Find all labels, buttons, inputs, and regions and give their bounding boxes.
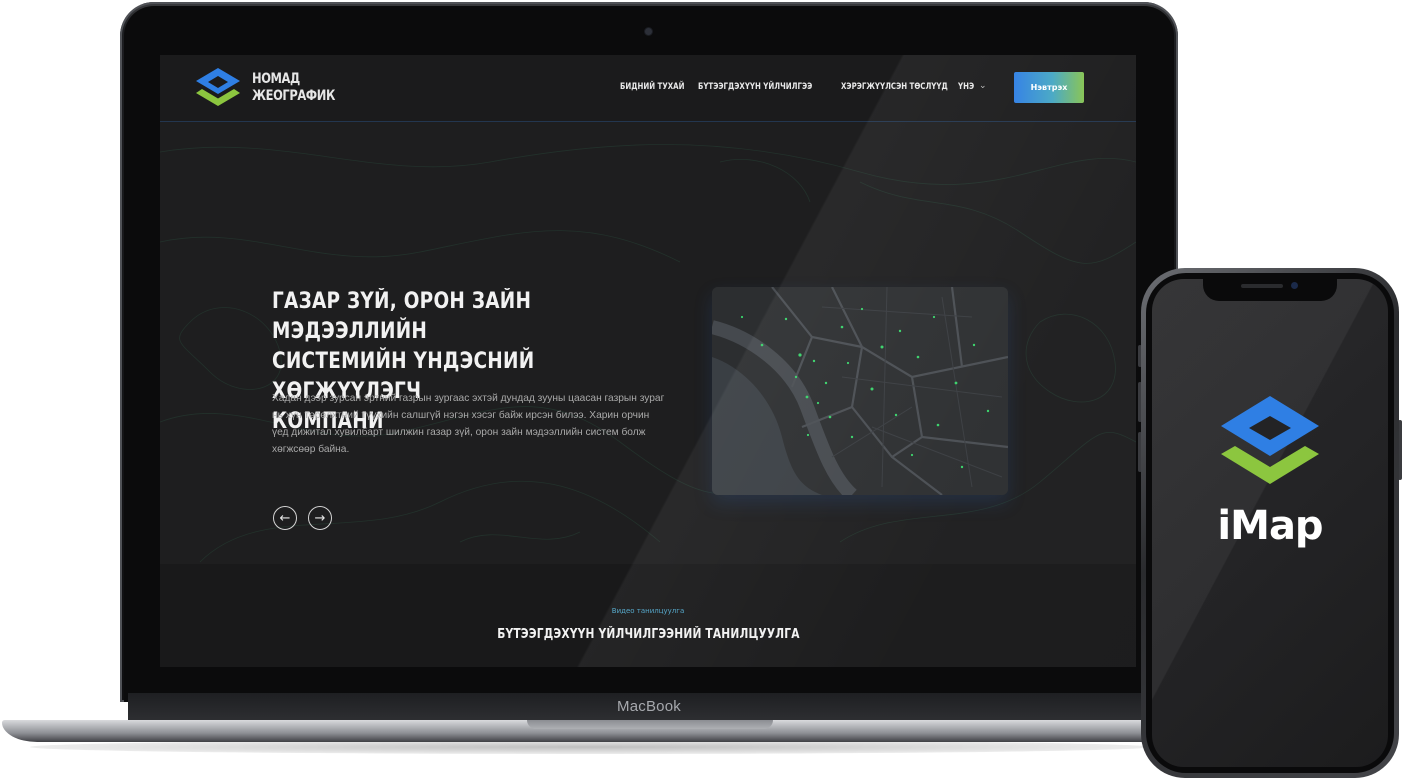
laptop-base-notch bbox=[527, 720, 773, 729]
hero-text-line-4: хөгжсөөр байна. bbox=[272, 444, 350, 455]
login-button[interactable]: Нэвтрэх bbox=[1014, 72, 1084, 103]
laptop-label: MacBook bbox=[617, 698, 681, 715]
site-header: НОМАД ЖЕОГРАФИК БИДНИЙ ТУХАЙ БҮТЭЭГДЭХҮҮ… bbox=[160, 55, 1136, 122]
logo-layers-icon[interactable] bbox=[194, 66, 242, 112]
brand-name[interactable]: НОМАД ЖЕОГРАФИК bbox=[252, 71, 335, 105]
hero-section: ГАЗАР ЗҮЙ, ОРОН ЗАЙН МЭДЭЭЛЛИЙН СИСТЕМИЙ… bbox=[160, 122, 1136, 564]
macbook-device: НОМАД ЖЕОГРАФИК БИДНИЙ ТУХАЙ БҮТЭЭГДЭХҮҮ… bbox=[0, 0, 1180, 779]
map-preview-image bbox=[712, 287, 1008, 495]
hero-text-line-2: нь хүн төрөлхтний түүхийн салшгүй нэгэн … bbox=[272, 410, 650, 421]
laptop-screen: НОМАД ЖЕОГРАФИК БИДНИЙ ТУХАЙ БҮТЭЭГДЭХҮҮ… bbox=[160, 55, 1136, 667]
city-map-graphic bbox=[712, 287, 1008, 495]
carousel-prev-button[interactable]: ← bbox=[273, 506, 297, 530]
nav-item-pricing[interactable]: ҮНЭ bbox=[958, 82, 974, 92]
hero-description: Хадан дээр зурсан эртний газрын зургаас … bbox=[272, 390, 702, 458]
arrow-right-icon: → bbox=[314, 510, 326, 526]
brand-line-2: ЖЕОГРАФИК bbox=[252, 88, 335, 104]
section-title: БҮТЭЭГДЭХҮҮН ҮЙЛЧИЛГЭЭНИЙ ТАНИЛЦУУЛГА bbox=[160, 627, 1136, 642]
nav-item-products[interactable]: БҮТЭЭГДЭХҮҮН ҮЙЛЧИЛГЭЭ bbox=[698, 82, 812, 92]
hero-text-line-1: Хадан дээр зурсан эртний газрын зургаас … bbox=[272, 393, 665, 404]
nav-item-projects[interactable]: ХЭРЭГЖҮҮЛСЭН ТӨСЛҮҮД bbox=[841, 82, 948, 92]
brand-line-1: НОМАД bbox=[252, 71, 300, 87]
nav-item-about[interactable]: БИДНИЙ ТУХАЙ bbox=[620, 82, 684, 92]
logo-layers-icon bbox=[1221, 396, 1319, 484]
camera-icon bbox=[645, 28, 652, 35]
video-intro-section: Видео танилцуулга БҮТЭЭГДЭХҮҮН ҮЙЛЧИЛГЭЭ… bbox=[160, 564, 1136, 667]
chevron-down-icon[interactable]: ⌄ bbox=[806, 81, 814, 91]
carousel-next-button[interactable]: → bbox=[308, 506, 332, 530]
section-eyebrow: Видео танилцуулга bbox=[611, 607, 685, 615]
section-title-text: БҮТЭЭГДЭХҮҮН ҮЙЛЧИЛГЭЭНИЙ ТАНИЛЦУУЛГА bbox=[496, 627, 800, 642]
app-name: iMap bbox=[1217, 503, 1323, 549]
hero-title-line-1: ГАЗАР ЗҮЙ, ОРОН ЗАЙН МЭДЭЭЛЛИЙН bbox=[272, 289, 532, 344]
chevron-down-icon[interactable]: ⌄ bbox=[979, 81, 987, 91]
laptop-shadow bbox=[30, 740, 1150, 754]
phone-notch bbox=[1203, 279, 1337, 301]
phone-camera-icon bbox=[1291, 282, 1298, 289]
hero-text-line-3: үед дижитал хувилбарт шилжин газар зүй, … bbox=[272, 427, 646, 438]
phone-speaker bbox=[1241, 284, 1283, 288]
arrow-left-icon: ← bbox=[279, 510, 291, 526]
